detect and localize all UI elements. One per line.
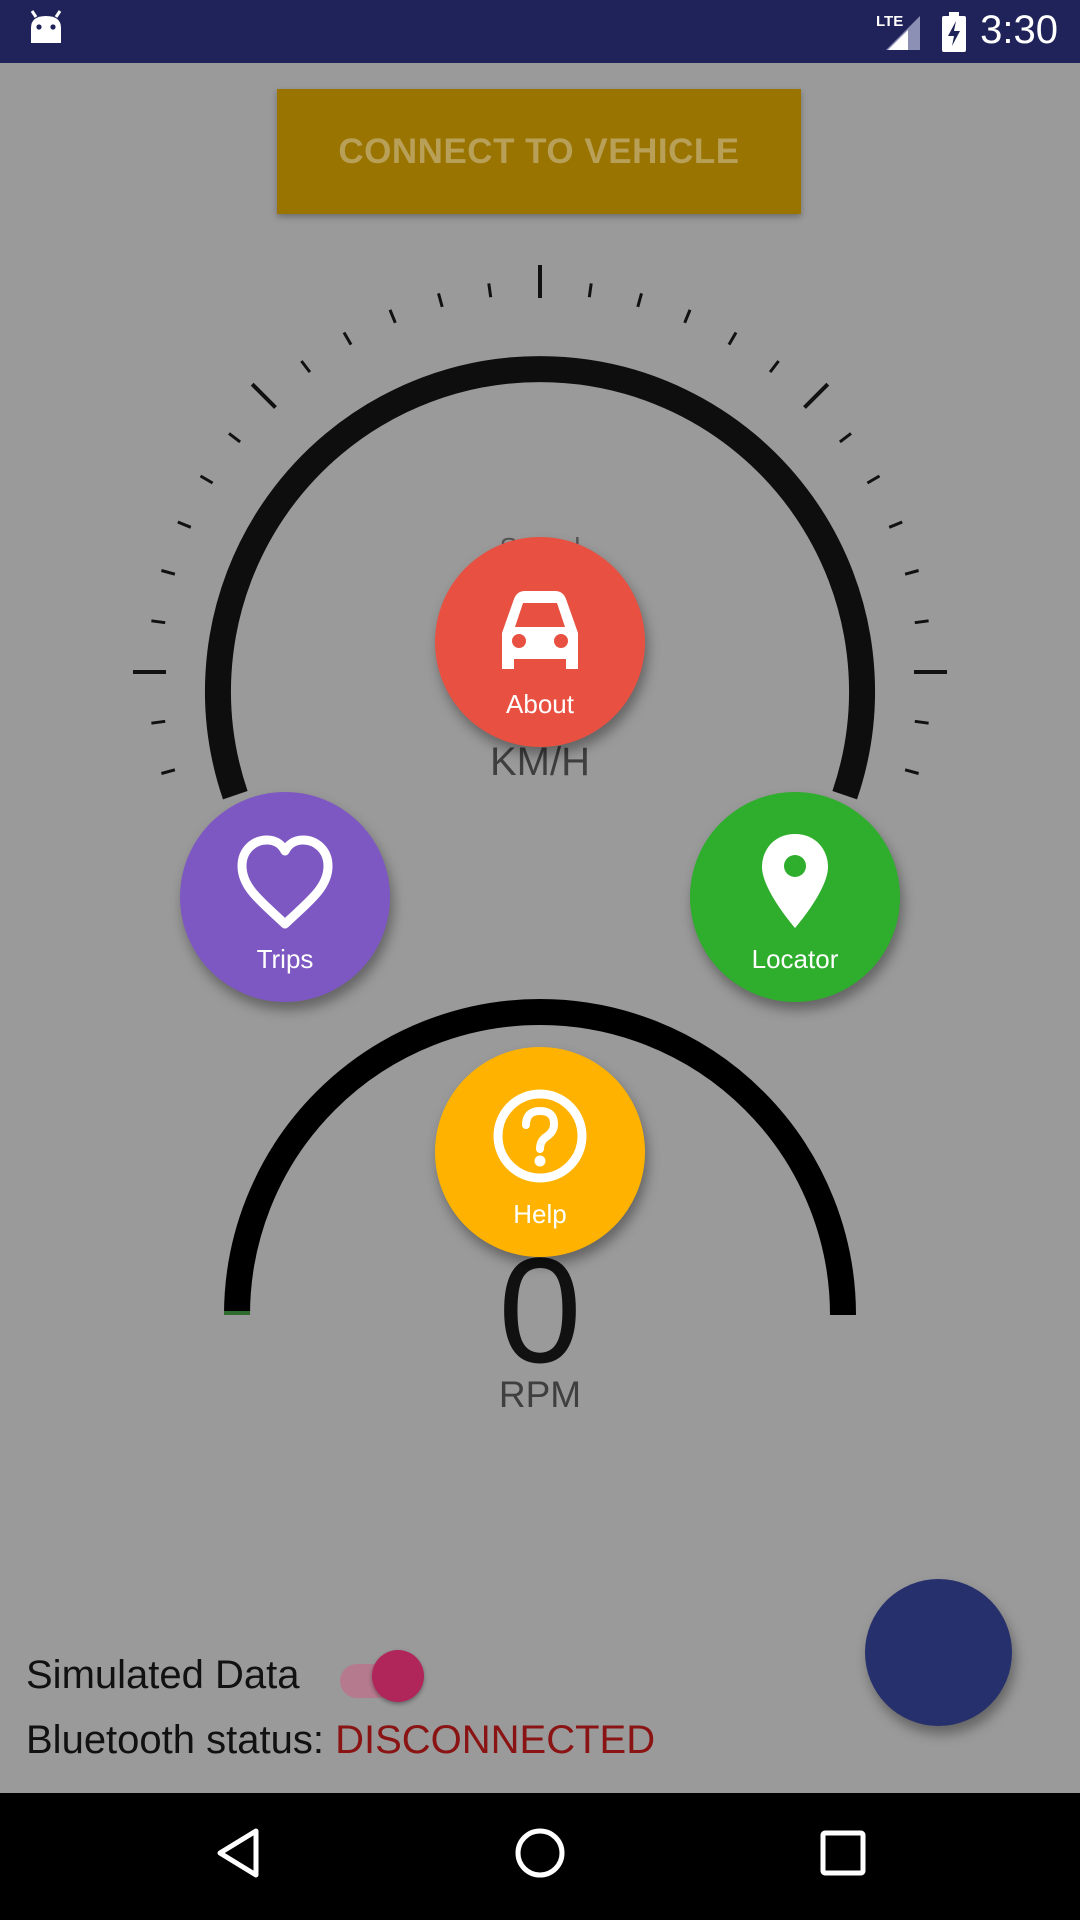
rpm-unit-label: RPM (498, 1374, 582, 1415)
speed-minor-tick (636, 293, 643, 308)
speed-minor-tick (914, 719, 929, 725)
speed-minor-tick (161, 768, 176, 775)
speed-minor-tick (199, 474, 214, 485)
speed-minor-tick (177, 520, 192, 529)
speed-minor-tick (161, 569, 176, 576)
speed-minor-tick (727, 331, 738, 346)
navigation-bar (0, 1793, 1080, 1920)
speed-minor-tick (300, 360, 312, 374)
help-circle-icon (493, 1089, 587, 1183)
heart-icon (237, 835, 333, 929)
speed-minor-tick (487, 283, 493, 298)
speed-minor-tick (437, 293, 444, 308)
speed-minor-tick (914, 619, 929, 625)
help-label: Help (513, 1199, 567, 1229)
back-icon[interactable] (210, 1823, 270, 1883)
about-button[interactable]: About (435, 537, 645, 747)
car-icon (502, 591, 578, 669)
bluetooth-status-value: DISCONNECTED (335, 1718, 656, 1762)
simulated-data-label: Simulated Data (26, 1653, 300, 1697)
recents-icon[interactable] (813, 1823, 873, 1883)
simulated-data-toggle[interactable] (340, 1648, 426, 1704)
bluetooth-status-label: Bluetooth status: (26, 1718, 336, 1762)
speed-minor-tick (838, 432, 852, 444)
location-pin-icon (762, 834, 828, 928)
speed-major-tick (250, 382, 277, 409)
locator-label: Locator (751, 944, 839, 974)
speed-minor-tick (388, 309, 397, 324)
trips-button[interactable]: Trips (180, 792, 390, 1002)
gauge-graphics (133, 265, 947, 1316)
about-label: About (506, 689, 574, 719)
locator-button[interactable]: Locator (690, 792, 900, 1002)
speed-minor-tick (151, 719, 166, 725)
bluetooth-status: Bluetooth status: DISCONNECTED (26, 1718, 655, 1763)
speed-minor-tick (904, 569, 919, 576)
speed-minor-tick (342, 331, 353, 346)
speed-minor-tick (888, 520, 903, 529)
trips-label: Trips (256, 944, 314, 974)
rpm-value: 0 (498, 1226, 582, 1394)
speed-minor-tick (587, 283, 593, 298)
speed-minor-tick (151, 619, 166, 625)
floating-action-button[interactable] (865, 1579, 1012, 1726)
speed-major-tick (803, 382, 830, 409)
home-icon[interactable] (510, 1823, 570, 1883)
speed-minor-tick (683, 309, 692, 324)
speed-minor-tick (228, 432, 242, 444)
toggle-thumb (372, 1650, 424, 1702)
speed-minor-tick (904, 768, 919, 775)
speed-minor-tick (768, 360, 780, 374)
help-button[interactable]: Help (435, 1047, 645, 1257)
speed-minor-tick (866, 474, 881, 485)
